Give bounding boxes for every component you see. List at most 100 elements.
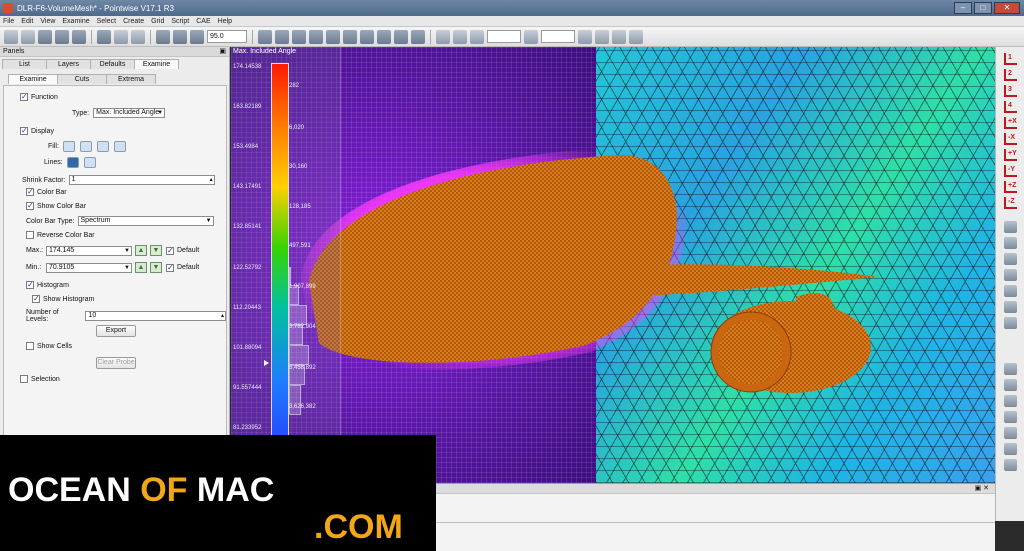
show-color-bar-checkbox[interactable] [26, 201, 34, 210]
undo-icon[interactable] [55, 29, 69, 44]
line-icon[interactable] [258, 29, 272, 44]
levels-input[interactable]: 10 ▴ [85, 311, 226, 321]
mesh-icon[interactable] [453, 29, 467, 44]
menu-help[interactable]: Help [218, 18, 232, 25]
pen-icon[interactable] [1004, 411, 1017, 423]
show-cells-checkbox[interactable] [26, 342, 34, 350]
spacing-icon[interactable] [377, 29, 391, 44]
copy-icon[interactable] [1004, 379, 1017, 391]
menu-create[interactable]: Create [123, 18, 144, 25]
show-histogram-checkbox[interactable] [32, 294, 40, 303]
wireframe-icon[interactable] [1004, 253, 1017, 265]
tab-list[interactable]: List [2, 59, 47, 69]
view-plus-y-icon[interactable]: +Y [1004, 149, 1017, 161]
save-icon[interactable] [38, 29, 52, 44]
extrude-icon[interactable] [360, 29, 374, 44]
3d-viewport[interactable]: Max. Included Angle 174.14538 163.82189 … [231, 47, 995, 483]
globe-icon[interactable] [595, 29, 609, 44]
fill-solid-button[interactable] [96, 141, 109, 152]
shade-icon[interactable] [1004, 237, 1017, 249]
max-up-arrow-icon[interactable]: ▲ [135, 245, 147, 256]
layout-icon[interactable] [156, 29, 170, 44]
layer-icon[interactable] [1004, 363, 1017, 375]
export-button[interactable]: Export [96, 325, 136, 337]
eraser-icon[interactable] [1004, 317, 1017, 329]
info-icon[interactable] [612, 29, 626, 44]
grid-icon[interactable] [436, 29, 450, 44]
grid-view-icon[interactable] [1004, 443, 1017, 455]
view-axis-3-icon[interactable]: 3 [1004, 85, 1017, 97]
min-up-arrow-icon[interactable]: ▲ [135, 262, 147, 273]
help-icon[interactable] [629, 29, 643, 44]
probe-icon[interactable] [470, 29, 484, 44]
min-default-checkbox[interactable] [166, 263, 174, 272]
curve-icon[interactable] [275, 29, 289, 44]
display-mode-icon[interactable] [1004, 221, 1017, 233]
view-axis-2-icon[interactable]: 2 [1004, 69, 1017, 81]
reverse-color-bar-checkbox[interactable] [26, 231, 34, 239]
value-input-1[interactable] [487, 30, 521, 43]
menu-script[interactable]: Script [171, 18, 189, 25]
menu-view[interactable]: View [40, 18, 55, 25]
subtab-examine[interactable]: Examine [8, 74, 58, 84]
tab-layers[interactable]: Layers [46, 59, 91, 69]
open-folder-icon[interactable] [21, 29, 35, 44]
new-file-icon[interactable] [4, 29, 18, 44]
menu-grid[interactable]: Grid [151, 18, 164, 25]
max-down-arrow-icon[interactable]: ▼ [150, 245, 162, 256]
menu-file[interactable]: File [3, 18, 14, 25]
message-window-controls-icon[interactable]: ▣ ✕ [975, 484, 989, 492]
probe-marker-icon[interactable] [264, 360, 269, 366]
color-bar-checkbox[interactable] [26, 187, 34, 196]
move-icon[interactable] [173, 29, 187, 44]
block-icon[interactable] [326, 29, 340, 44]
rotate-icon[interactable] [190, 29, 204, 44]
view-plus-z-icon[interactable]: +Z [1004, 181, 1017, 193]
selection-checkbox[interactable] [20, 375, 28, 383]
max-input[interactable]: 174.145 ▼ [46, 245, 132, 256]
menu-examine[interactable]: Examine [62, 18, 89, 25]
view-icon[interactable] [131, 29, 145, 44]
value-input-2[interactable] [541, 30, 575, 43]
max-default-checkbox[interactable] [166, 246, 174, 255]
float-dock-icon[interactable]: ▣ [219, 47, 226, 57]
tab-defaults[interactable]: Defaults [90, 59, 135, 69]
close-button[interactable]: ✕ [994, 2, 1020, 14]
menu-edit[interactable]: Edit [21, 18, 33, 25]
min-down-arrow-icon[interactable]: ▼ [150, 262, 162, 273]
cube-icon[interactable] [114, 29, 128, 44]
lines-on-button[interactable] [66, 157, 79, 168]
zoom-input[interactable]: 95.0 [207, 30, 247, 43]
hidden-line-icon[interactable] [1004, 269, 1017, 281]
edit-icon[interactable] [394, 29, 408, 44]
clear-probe-button[interactable]: Clear Probe [96, 357, 136, 369]
minimize-button[interactable]: – [954, 2, 972, 14]
split-icon[interactable] [411, 29, 425, 44]
view-axis-1-icon[interactable]: 1 [1004, 53, 1017, 65]
settings-icon[interactable] [1004, 459, 1017, 471]
type-select[interactable]: Max. Included Angle ▼ [93, 108, 166, 118]
domain-icon[interactable] [309, 29, 323, 44]
lighting-icon[interactable] [1004, 301, 1017, 313]
view-minus-y-icon[interactable]: -Y [1004, 165, 1017, 177]
min-input[interactable]: 70.9105 ▼ [46, 262, 132, 273]
surface-icon[interactable] [343, 29, 357, 44]
shrink-factor-input[interactable]: 1 ▴ [68, 175, 215, 185]
redo-icon[interactable] [72, 29, 86, 44]
square-icon[interactable] [1004, 427, 1017, 439]
surface-icon[interactable] [1004, 285, 1017, 297]
menu-select[interactable]: Select [97, 18, 116, 25]
color-bar-type-select[interactable]: Spectrum ▼ [77, 216, 214, 226]
subtab-extrema[interactable]: Extrema [106, 74, 156, 84]
display-checkbox[interactable] [20, 126, 28, 135]
color-icon[interactable] [524, 29, 538, 44]
menu-cae[interactable]: CAE [196, 18, 210, 25]
diamond-icon[interactable] [1004, 395, 1017, 407]
histogram-checkbox[interactable] [26, 280, 34, 289]
view-axis-4-icon[interactable]: 4 [1004, 101, 1017, 113]
connector-icon[interactable] [292, 29, 306, 44]
view-plus-x-icon[interactable]: +X [1004, 117, 1017, 129]
fill-none-button[interactable] [113, 141, 126, 152]
maximize-button[interactable]: □ [974, 2, 992, 14]
view-minus-x-icon[interactable]: -X [1004, 133, 1017, 145]
